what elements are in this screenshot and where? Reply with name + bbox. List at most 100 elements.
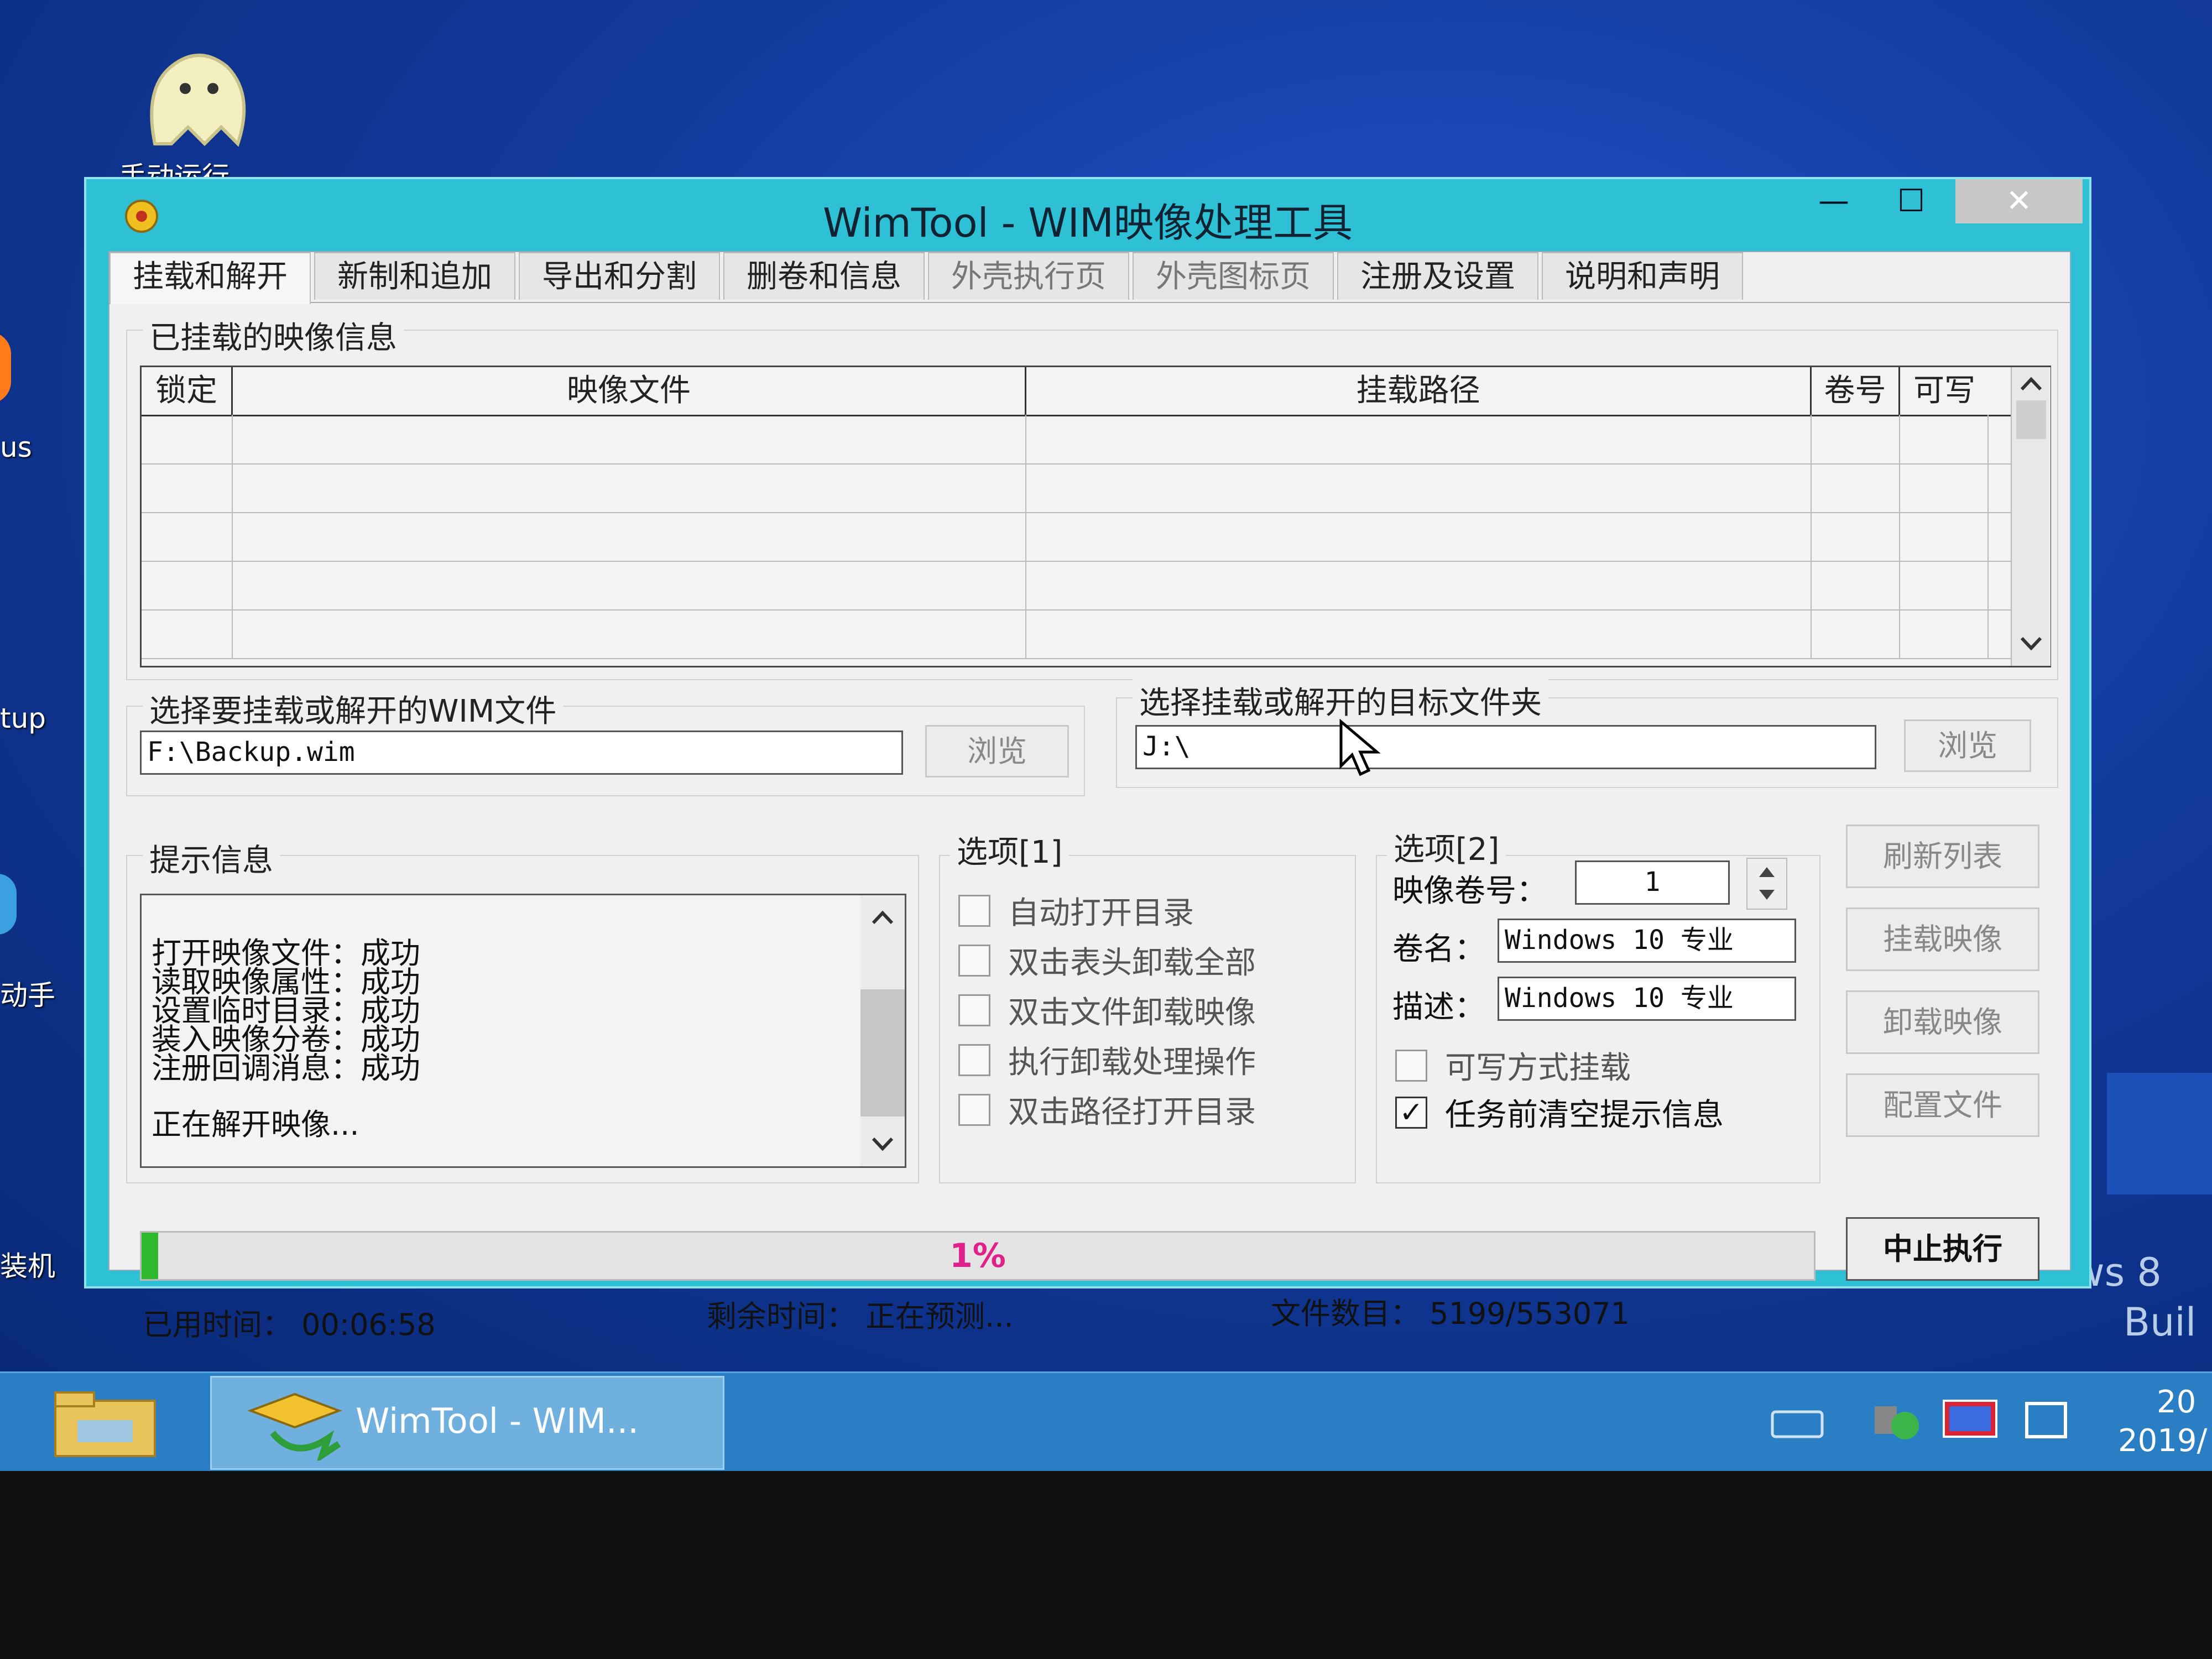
column-header-mount-path[interactable]: 挂载路径 <box>1026 367 1812 415</box>
title-bar[interactable]: WimTool - WIM映像处理工具 — ☐ ✕ <box>86 179 2089 251</box>
clock-date[interactable]: 2019/ <box>2118 1423 2207 1459</box>
window-title: WimTool - WIM映像处理工具 <box>823 200 1353 246</box>
table-row[interactable] <box>142 512 2011 562</box>
table-scrollbar[interactable] <box>2011 367 2051 666</box>
volume-name-label: 卷名： <box>1392 931 1485 967</box>
volume-spinner[interactable] <box>1746 858 1787 910</box>
file-count: 文件数目： 5199/553071 <box>1271 1296 1630 1331</box>
option-header-unmount-all[interactable]: 双击表头卸载全部 <box>958 938 1256 983</box>
group-title: 选项[2] <box>1387 825 1506 869</box>
option-auto-open-dir[interactable]: 自动打开目录 <box>958 888 1194 933</box>
window-client: 挂载和解开 新制和追加 导出和分割 删卷和信息 外壳执行页 外壳图标页 注册及设… <box>108 251 2071 1342</box>
volume-number-input[interactable]: 1 <box>1575 860 1730 905</box>
group-title: 选择要挂载或解开的WIM文件 <box>143 686 564 731</box>
progress-bar: 1% <box>140 1231 1815 1281</box>
table-row[interactable] <box>142 561 2011 611</box>
volume-name-input[interactable]: Windows 10 专业 <box>1498 919 1796 963</box>
table-row[interactable] <box>142 463 2011 513</box>
group-title: 选项[1] <box>950 827 1070 872</box>
option-writable-mount[interactable]: 可写方式挂载 <box>1395 1043 1631 1088</box>
info-scrollbar[interactable] <box>860 895 905 1166</box>
checkbox[interactable] <box>958 1044 990 1076</box>
minimize-button[interactable]: — <box>1795 179 1872 223</box>
chevron-down-icon[interactable] <box>2017 633 2045 655</box>
wimtool-window: WimTool - WIM映像处理工具 — ☐ ✕ 挂载和解开 新制和追加 导出… <box>84 177 2091 1342</box>
tab-create-append[interactable]: 新制和追加 <box>314 252 515 300</box>
stop-button[interactable]: 中止执行 <box>1846 1217 2039 1281</box>
tab-delete-info[interactable]: 删卷和信息 <box>723 252 925 300</box>
chevron-down-icon[interactable] <box>869 1133 896 1155</box>
tab-shell-icon[interactable]: 外壳图标页 <box>1133 252 1334 300</box>
file-explorer-icon[interactable] <box>50 1384 160 1462</box>
maximize-button[interactable]: ☐ <box>1872 179 1950 223</box>
progress-percent: 1% <box>950 1237 1006 1275</box>
checkbox[interactable] <box>958 944 990 977</box>
info-textbox[interactable]: 打开映像文件：成功 读取映像属性：成功 设置临时目录：成功 装入映像分卷：成功 … <box>140 894 906 1168</box>
spinner-up-icon[interactable] <box>1756 862 1778 881</box>
battery-icon[interactable] <box>2018 1395 2074 1445</box>
keyboard-icon[interactable] <box>1770 1406 1825 1439</box>
table-row[interactable] <box>142 415 2011 465</box>
tab-shell-exec[interactable]: 外壳执行页 <box>928 252 1129 300</box>
app-icon[interactable] <box>0 332 11 404</box>
wim-app-icon <box>247 1392 342 1460</box>
desktop-icon-label[interactable]: 动手 <box>0 973 55 1013</box>
column-header-lock[interactable]: 锁定 <box>142 367 233 415</box>
group-title: 选择挂载或解开的目标文件夹 <box>1133 678 1548 723</box>
group-title: 提示信息 <box>143 836 280 880</box>
wim-file-input[interactable]: F:\Backup.wim <box>140 731 903 775</box>
taskbar-task-wimtool[interactable]: WimTool - WIM... <box>210 1376 724 1470</box>
clock-time[interactable]: 20 <box>2157 1384 2196 1420</box>
elapsed-time: 已用时间： 00:06:58 <box>143 1307 436 1342</box>
checkbox[interactable] <box>958 1093 990 1126</box>
desktop-icon-label[interactable]: tup <box>0 702 46 734</box>
mount-image-button[interactable]: 挂载映像 <box>1846 907 2039 971</box>
table-row[interactable] <box>142 609 2011 659</box>
refresh-list-button[interactable]: 刷新列表 <box>1846 825 2039 888</box>
display-icon[interactable] <box>1941 1395 2002 1445</box>
column-header-image-file[interactable]: 映像文件 <box>233 367 1026 415</box>
option-file-unmount[interactable]: 双击文件卸载映像 <box>958 988 1256 1032</box>
chevron-up-icon[interactable] <box>2017 373 2045 395</box>
network-check-icon[interactable] <box>1869 1395 1924 1445</box>
table-header: 锁定 映像文件 挂载路径 卷号 可写 <box>142 367 2011 416</box>
option-unmount-process[interactable]: 执行卸载处理操作 <box>958 1037 1256 1082</box>
scroll-thumb[interactable] <box>2016 400 2046 439</box>
column-header-volume[interactable]: 卷号 <box>1812 367 1900 415</box>
checkbox[interactable] <box>958 994 990 1026</box>
checkbox[interactable] <box>1395 1049 1427 1082</box>
browse-wim-button[interactable]: 浏览 <box>925 725 1069 778</box>
desktop-icon-label[interactable]: 装机 <box>0 1244 55 1284</box>
desktop-icon-label[interactable]: us <box>0 431 32 463</box>
browse-target-button[interactable]: 浏览 <box>1904 719 2031 772</box>
mouse-cursor-icon <box>1339 719 1381 776</box>
checkbox-checked[interactable]: ✓ <box>1395 1096 1427 1129</box>
close-button[interactable]: ✕ <box>1955 179 2083 223</box>
taskbar: WimTool - WIM... 20 2019/ <box>0 1371 2212 1473</box>
option-path-open-dir[interactable]: 双击路径打开目录 <box>958 1087 1256 1132</box>
taskbar-task-label: WimTool - WIM... <box>356 1401 639 1441</box>
target-folder-input[interactable]: J:\ <box>1135 725 1876 769</box>
scroll-thumb[interactable] <box>860 989 905 1117</box>
tab-export-split[interactable]: 导出和分割 <box>519 252 720 300</box>
unmount-image-button[interactable]: 卸载映像 <box>1846 990 2039 1054</box>
column-header-writable[interactable]: 可写 <box>1900 367 1989 415</box>
watermark-logo <box>2107 1073 2212 1194</box>
tab-about[interactable]: 说明和声明 <box>1542 252 1743 300</box>
spinner-down-icon[interactable] <box>1756 885 1778 905</box>
config-file-button[interactable]: 配置文件 <box>1846 1073 2039 1137</box>
tab-register-settings[interactable]: 注册及设置 <box>1337 252 1538 300</box>
volume-label: 映像卷号： <box>1392 873 1547 909</box>
description-label: 描述： <box>1392 989 1485 1025</box>
info-current-line: 正在解开映像... <box>152 1107 359 1142</box>
ghost-icon[interactable] <box>122 33 265 155</box>
chevron-up-icon[interactable] <box>869 906 896 928</box>
checkbox[interactable] <box>958 894 990 927</box>
option-clear-info[interactable]: ✓ 任务前清空提示信息 <box>1395 1090 1724 1135</box>
tab-bar: 挂载和解开 新制和追加 导出和分割 删卷和信息 外壳执行页 外壳图标页 注册及设… <box>109 252 2070 304</box>
description-input[interactable]: Windows 10 专业 <box>1498 977 1796 1021</box>
mounted-table[interactable]: 锁定 映像文件 挂载路径 卷号 可写 <box>140 366 2051 667</box>
watermark-text: Buil <box>2124 1300 2197 1345</box>
app-icon[interactable] <box>0 874 17 935</box>
tab-mount-extract[interactable]: 挂载和解开 <box>109 252 311 304</box>
